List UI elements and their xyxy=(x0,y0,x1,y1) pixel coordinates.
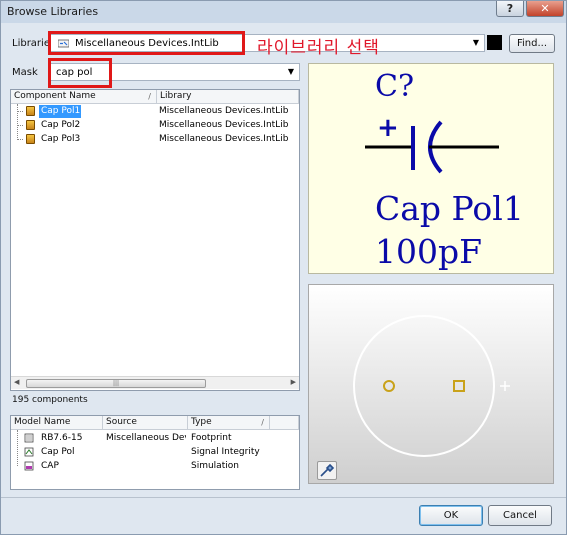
column-library[interactable]: Library xyxy=(157,90,299,104)
component-icon xyxy=(26,134,35,144)
library-color-swatch xyxy=(487,35,502,50)
scrollbar-thumb[interactable]: ||| xyxy=(26,379,206,388)
model-row-source[interactable]: Miscellaneous Dev xyxy=(106,432,186,445)
column-component-name[interactable]: Component Name / xyxy=(11,90,157,104)
cancel-button[interactable]: Cancel xyxy=(488,505,552,526)
component-row-name[interactable]: Cap Pol3 xyxy=(41,133,80,146)
signal-integrity-icon xyxy=(24,447,34,457)
ok-button[interactable]: OK xyxy=(419,505,483,526)
component-value-text: 100pF xyxy=(375,232,482,271)
component-row-name[interactable]: Cap Pol1 xyxy=(39,105,81,118)
model-list[interactable]: Model Name Source Type / RB7.6-15 Miscel… xyxy=(10,415,300,490)
column-type-label: Type xyxy=(191,417,212,427)
library-highlight-box xyxy=(48,31,245,55)
tree-branch xyxy=(17,125,23,126)
window-title: Browse Libraries xyxy=(7,5,99,18)
component-name-text: Cap Pol1 xyxy=(375,189,524,228)
footprint-icon xyxy=(24,433,34,443)
column-extra xyxy=(270,416,299,430)
component-icon xyxy=(26,120,35,130)
model-row-type[interactable]: Signal Integrity xyxy=(191,446,260,459)
find-button[interactable]: Find... xyxy=(509,34,555,53)
mask-label: Mask xyxy=(12,67,38,78)
component-count: 195 components xyxy=(12,395,88,405)
sort-icon: / xyxy=(148,92,151,101)
mask-highlight-box xyxy=(48,58,112,88)
simulation-icon xyxy=(24,461,34,471)
scroll-left-icon[interactable]: ◀ xyxy=(14,378,19,386)
capacitor-symbol: C? + Cap Pol1 100pF xyxy=(365,69,524,271)
component-row-library[interactable]: Miscellaneous Devices.IntLib xyxy=(159,119,288,132)
button-separator xyxy=(1,497,566,498)
close-button[interactable]: ✕ xyxy=(526,1,564,17)
designator-text: C? xyxy=(375,69,414,104)
footprint-graphic xyxy=(353,315,510,457)
component-row-library[interactable]: Miscellaneous Devices.IntLib xyxy=(159,105,288,118)
library-select-annotation: 라이브러리 선택 xyxy=(257,38,380,58)
tree-branch xyxy=(17,111,23,112)
sort-icon: / xyxy=(261,418,264,427)
chevron-down-icon[interactable]: ▼ xyxy=(473,38,479,47)
column-component-name-label: Component Name xyxy=(14,91,96,101)
column-model-name[interactable]: Model Name xyxy=(11,416,103,430)
component-list[interactable]: Component Name / Library Cap Pol1 Miscel… xyxy=(10,89,300,391)
component-icon xyxy=(26,106,35,116)
model-row-type[interactable]: Footprint xyxy=(191,432,232,445)
browse-libraries-dialog: Browse Libraries ? ✕ Libraries Miscellan… xyxy=(0,0,567,535)
chevron-down-icon[interactable]: ▼ xyxy=(288,67,294,76)
tree-line xyxy=(17,430,18,466)
tools-icon[interactable] xyxy=(317,461,337,480)
help-button[interactable]: ? xyxy=(496,1,524,17)
horizontal-scrollbar[interactable]: ◀ ||| ▶ xyxy=(11,376,299,389)
title-bar: Browse Libraries ? ✕ xyxy=(1,1,566,23)
schematic-preview: C? + Cap Pol1 100pF xyxy=(308,63,554,274)
model-row-name[interactable]: RB7.6-15 xyxy=(41,432,82,445)
column-type[interactable]: Type / xyxy=(188,416,270,430)
model-row-name[interactable]: CAP xyxy=(41,460,59,473)
tree-line xyxy=(17,104,18,140)
model-row-name[interactable]: Cap Pol xyxy=(41,446,75,459)
component-row-library[interactable]: Miscellaneous Devices.IntLib xyxy=(159,133,288,146)
tree-branch xyxy=(17,139,23,140)
model-row-type[interactable]: Simulation xyxy=(191,460,239,473)
footprint-preview xyxy=(308,284,554,484)
polarity-mark: + xyxy=(377,113,399,143)
component-row-name[interactable]: Cap Pol2 xyxy=(41,119,80,132)
scroll-right-icon[interactable]: ▶ xyxy=(291,378,296,386)
column-source[interactable]: Source xyxy=(103,416,188,430)
